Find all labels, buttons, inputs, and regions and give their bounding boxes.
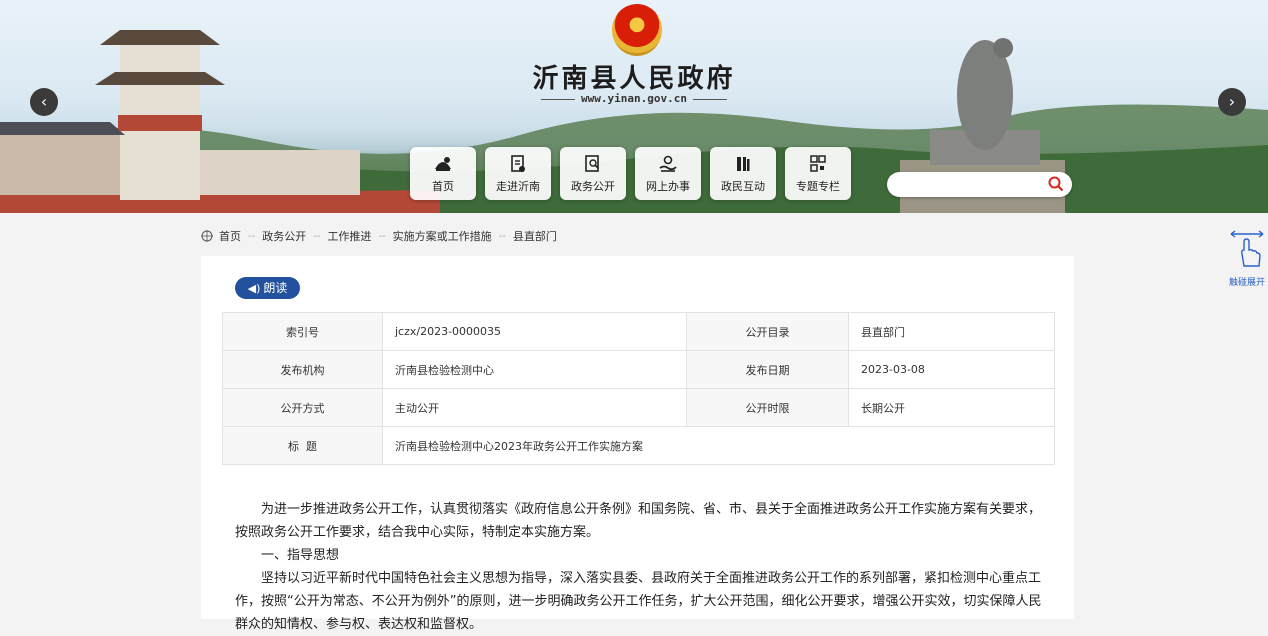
search-input[interactable]: [899, 172, 1053, 197]
breadcrumb-separator: --: [378, 230, 386, 242]
article-content: 为进一步推进政务公开工作，认真贯彻落实《政府信息公开条例》和国务院、省、市、县关…: [235, 498, 1047, 636]
table-row: 索引号 jczx/2023-0000035 公开目录 县直部门: [222, 312, 1055, 351]
metadata-table: 索引号 jczx/2023-0000035 公开目录 县直部门 发布机构 沂南县…: [222, 312, 1055, 465]
meta-key: 公开时限: [686, 388, 849, 427]
breadcrumb-home[interactable]: 首页: [219, 228, 241, 244]
read-aloud-label: 朗读: [263, 281, 288, 295]
chevron-right-icon: ›: [1228, 92, 1236, 111]
books-icon: [737, 157, 750, 171]
national-emblem-icon: [612, 4, 662, 56]
main-nav: 首页 走进沂南 政务公开 网上办事 政民互动 专题专栏: [410, 147, 851, 200]
meta-key: 发布日期: [686, 350, 849, 389]
nav-label: 网上办事: [646, 180, 690, 193]
nav-label: 政务公开: [571, 180, 615, 193]
meta-key: 标 题: [222, 426, 383, 465]
site-url-text: www.yinan.gov.cn: [535, 92, 733, 105]
carousel-next-button[interactable]: ›: [1218, 88, 1246, 116]
meta-key: 索引号: [222, 312, 383, 351]
paragraph: 为进一步推进政务公开工作，认真贯彻落实《政府信息公开条例》和国务院、省、市、县关…: [235, 502, 1042, 540]
nav-item-about[interactable]: 走进沂南: [485, 147, 551, 200]
nav-item-online-service[interactable]: 网上办事: [635, 147, 701, 200]
section-heading: 一、指导思想: [261, 548, 340, 563]
hand-pointer-icon: [1230, 230, 1264, 267]
meta-value: 长期公开: [848, 388, 1055, 427]
service-hand-icon: [659, 155, 677, 172]
meta-value: 沂南县检验检测中心: [382, 350, 687, 389]
breadcrumb-separator: --: [498, 230, 506, 242]
nav-item-interaction[interactable]: 政民互动: [710, 147, 776, 200]
meta-value: jczx/2023-0000035: [382, 312, 687, 351]
article-panel: ◀) 朗读 索引号 jczx/2023-0000035 公开目录 县直部门 发布机…: [201, 256, 1074, 632]
nav-label: 走进沂南: [496, 180, 540, 193]
site-title: 沂南县人民政府: [532, 64, 736, 94]
search-icon[interactable]: [1048, 176, 1064, 192]
chevron-left-icon: ‹: [40, 92, 48, 111]
breadcrumb-gov-affairs[interactable]: 政务公开: [262, 228, 306, 244]
read-aloud-button[interactable]: ◀) 朗读: [235, 277, 300, 299]
table-row: 标 题 沂南县检验检测中心2023年政务公开工作实施方案: [222, 426, 1055, 465]
breadcrumb-work-progress[interactable]: 工作推进: [327, 228, 371, 244]
meta-value: 县直部门: [848, 312, 1055, 351]
nav-item-gov-affairs[interactable]: 政务公开: [560, 147, 626, 200]
breadcrumb-county-departments[interactable]: 县直部门: [513, 228, 557, 244]
breadcrumb: 首页 -- 政务公开 -- 工作推进 -- 实施方案或工作措施 -- 县直部门: [201, 228, 557, 244]
nav-label: 政民互动: [721, 180, 765, 193]
nav-label: 首页: [432, 180, 454, 193]
table-row: 发布机构 沂南县检验检测中心 发布日期 2023-03-08: [222, 350, 1055, 389]
meta-value: 主动公开: [382, 388, 687, 427]
speaker-icon: ◀): [247, 282, 261, 295]
search-box: [887, 172, 1072, 197]
meta-title-value: 沂南县检验检测中心2023年政务公开工作实施方案: [382, 426, 1055, 465]
meta-key: 发布机构: [222, 350, 383, 389]
carousel-prev-button[interactable]: ‹: [30, 88, 58, 116]
meta-value: 2023-03-08: [848, 350, 1055, 389]
meta-key: 公开目录: [686, 312, 849, 351]
breadcrumb-separator: --: [313, 230, 321, 242]
document-icon: [511, 155, 525, 172]
breadcrumb-separator: --: [248, 230, 256, 242]
search-document-icon: [585, 155, 599, 172]
nav-item-home[interactable]: 首页: [410, 147, 476, 200]
paragraph: 坚持以习近平新时代中国特色社会主义思想为指导，深入落实县委、县政府关于全面推进政…: [235, 571, 1042, 632]
location-icon: [201, 230, 213, 242]
touch-expand-widget[interactable]: 触碰展开: [1226, 228, 1268, 288]
nav-item-special-topics[interactable]: 专题专栏: [785, 147, 851, 200]
grid-icon: [810, 155, 826, 172]
table-row: 公开方式 主动公开 公开时限 长期公开: [222, 388, 1055, 427]
site-header: 沂南县人民政府 www.yinan.gov.cn ‹ › 首页 走进沂南 政务公…: [0, 0, 1268, 213]
breadcrumb-implementation-plans[interactable]: 实施方案或工作措施: [393, 228, 492, 244]
touch-expand-label: 触碰展开: [1228, 278, 1265, 288]
nav-label: 专题专栏: [796, 180, 840, 193]
site-url: www.yinan.gov.cn: [0, 92, 1268, 105]
meta-key: 公开方式: [222, 388, 383, 427]
home-icon: [435, 157, 451, 171]
